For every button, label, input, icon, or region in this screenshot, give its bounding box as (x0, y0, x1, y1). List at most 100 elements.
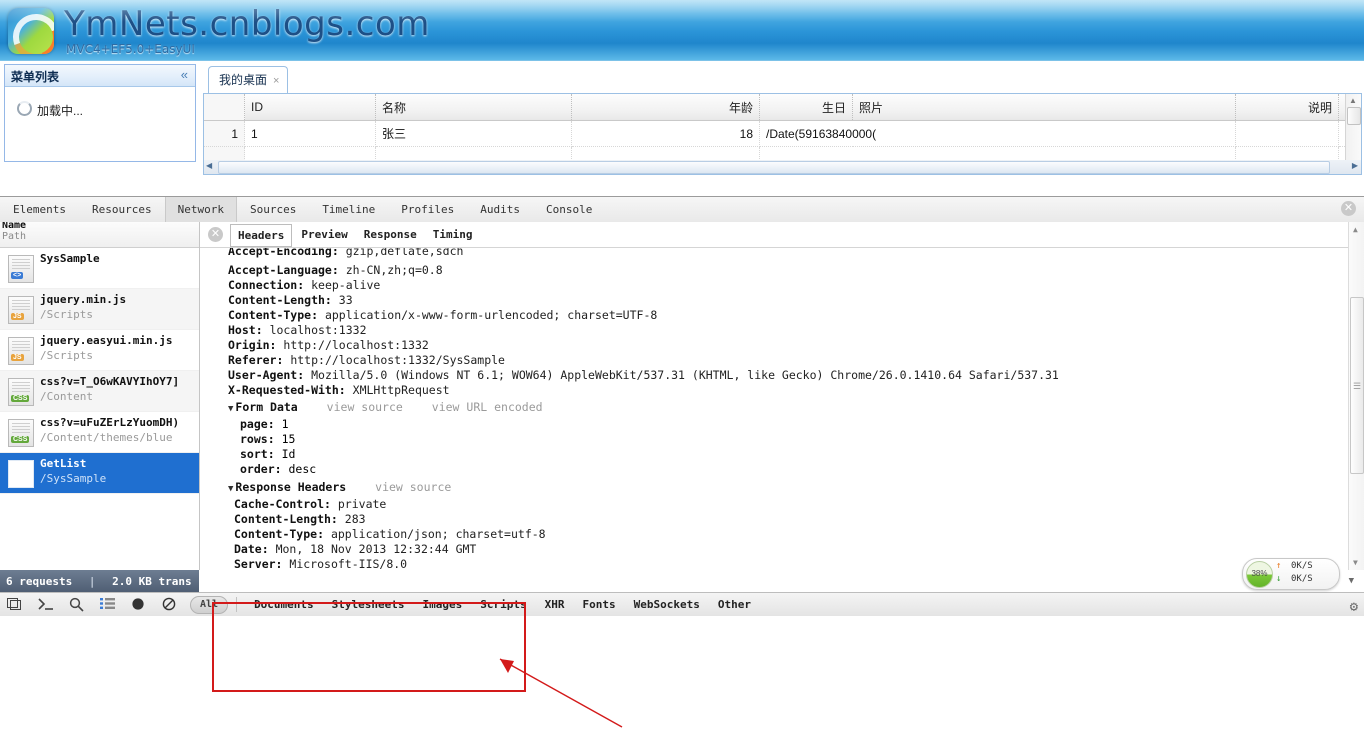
tab-network[interactable]: Network (164, 197, 237, 222)
tab-timeline[interactable]: Timeline (309, 197, 388, 222)
filter-documents[interactable]: Documents (245, 593, 323, 616)
filter-xhr[interactable]: XHR (536, 593, 574, 616)
filter-fonts[interactable]: Fonts (574, 593, 625, 616)
header-value: keep-alive (311, 278, 381, 292)
scrollbar-thumb[interactable] (1347, 107, 1361, 125)
header-value: http://localhost:1332/SysSample (290, 353, 505, 367)
search-icon[interactable] (62, 593, 93, 616)
grid-header-row: ID 名称 年龄 生日 照片 说明 创建时间 (204, 94, 1361, 121)
triangle-down-icon[interactable]: ▼ (228, 484, 233, 494)
response-headers-title[interactable]: ▼ Response Headers view source (228, 479, 1342, 497)
grid-col-name[interactable]: 名称 (375, 94, 572, 121)
section-label: Response Headers (235, 480, 347, 494)
status-separator: | (88, 575, 96, 588)
form-data-row: page: 1 (240, 417, 1342, 432)
form-value: 15 (281, 432, 296, 446)
menu-panel-body: 加载中... (5, 87, 195, 161)
tab-profiles[interactable]: Profiles (388, 197, 467, 222)
filter-websockets[interactable]: WebSockets (625, 593, 709, 616)
filter-all[interactable]: All (190, 596, 229, 614)
tab-resources[interactable]: Resources (79, 197, 165, 222)
close-icon[interactable]: × (273, 75, 279, 87)
gear-icon[interactable]: ⚙ (1350, 600, 1358, 614)
scroll-up-icon[interactable]: ▲ (1353, 225, 1358, 234)
subtab-preview[interactable]: Preview (294, 224, 354, 245)
column-header-name: Name (2, 222, 27, 231)
form-key: order: (240, 462, 282, 476)
header-row: Content-Type: application/json; charset=… (234, 527, 1342, 542)
grid-col-id[interactable]: ID (244, 94, 376, 121)
list-item[interactable]: JS jquery.easyui.min.js /Scripts (0, 330, 199, 371)
grid-col-remark[interactable]: 说明 (1235, 94, 1339, 121)
resource-name: SysSample (40, 252, 100, 265)
grid-horizontal-scrollbar[interactable]: ◀ ▶ (203, 160, 1362, 175)
annotation-arrow (499, 658, 623, 728)
header-key: Content-Type: (234, 527, 325, 541)
close-icon[interactable]: ✕ (208, 227, 223, 242)
close-icon[interactable]: ✕ (1341, 201, 1356, 216)
list-filter-icon[interactable] (93, 593, 124, 616)
arrow-up-icon: ↑ (1276, 561, 1282, 571)
table-row[interactable]: 1 1 张三 18 /Date(59163840000( /Date(13846… (204, 120, 1361, 147)
filter-scripts[interactable]: Scripts (471, 593, 535, 616)
resource-name: jquery.easyui.min.js (40, 334, 173, 347)
record-icon[interactable] (124, 593, 155, 616)
headers-vertical-scrollbar[interactable]: ▲ ☰ ▼ (1348, 222, 1364, 570)
triangle-down-icon[interactable]: ▼ (228, 404, 233, 414)
header-key: Date: (234, 542, 269, 556)
menu-panel: 菜单列表 « 加载中... (4, 64, 196, 162)
tab-sources[interactable]: Sources (237, 197, 309, 222)
header-key: X-Requested-With: (228, 383, 346, 397)
scroll-right-icon[interactable]: ▶ (1352, 161, 1358, 170)
grid-col-birthday[interactable]: 生日 (759, 94, 853, 121)
clear-icon[interactable] (155, 593, 186, 616)
tab-my-desktop[interactable]: 我的桌面 × (208, 66, 289, 93)
list-item[interactable]: <> SysSample (0, 248, 199, 289)
header-key: Content-Length: (228, 293, 332, 307)
list-item-getlist[interactable]: GetList /SysSample (0, 453, 199, 494)
view-url-encoded-link[interactable]: view URL encoded (432, 400, 543, 414)
subtab-response[interactable]: Response (357, 224, 424, 245)
grid-col-age[interactable]: 年龄 (571, 94, 760, 121)
header-value: Microsoft-IIS/8.0 (289, 557, 408, 570)
list-item[interactable]: CSS css?v=T_O6wKAVYIhOY7] /Content (0, 371, 199, 412)
chevron-down-icon[interactable]: ▼ (1349, 576, 1354, 586)
list-item[interactable]: CSS css?v=uFuZErLzYuomDH) /Content/theme… (0, 412, 199, 453)
scroll-up-icon[interactable]: ▲ (1349, 96, 1357, 105)
subtab-headers[interactable]: Headers (230, 224, 293, 247)
header-key: User-Agent: (228, 368, 305, 382)
cell-birthday: /Date(59163840000( (759, 120, 1236, 147)
tab-label: 我的桌面 (219, 73, 268, 87)
chevron-double-left-icon[interactable]: « (181, 67, 188, 83)
form-data-title[interactable]: ▼ Form Data view source view URL encoded (228, 399, 1342, 417)
grid-vertical-scrollbar[interactable]: ▲ ▼ (1345, 94, 1361, 169)
list-item[interactable]: JS jquery.min.js /Scripts (0, 289, 199, 330)
transferred-size: 2.0 KB trans (112, 575, 192, 588)
network-speed-widget[interactable]: 38% ↑ ↓ 0K/S 0K/S (1242, 558, 1340, 590)
scroll-left-icon[interactable]: ◀ (206, 161, 212, 170)
devtools-tabbar: Elements Resources Network Sources Timel… (0, 197, 1364, 223)
grid-col-rownum[interactable] (204, 94, 245, 121)
tab-elements[interactable]: Elements (0, 197, 79, 222)
workspace-tabs: 我的桌面 × (203, 64, 1362, 94)
column-header-path: Path (2, 231, 27, 242)
filter-other[interactable]: Other (709, 593, 760, 616)
scrollbar-thumb[interactable] (218, 161, 1330, 174)
scroll-down-icon[interactable]: ▼ (1353, 558, 1358, 567)
view-source-link[interactable]: view source (327, 400, 403, 414)
form-data-row: order: desc (240, 462, 1342, 477)
xhr-icon (8, 460, 34, 488)
menu-panel-title: 菜单列表 (11, 70, 60, 84)
dock-window-icon[interactable] (0, 593, 31, 616)
resource-list-header: Name Path (0, 222, 199, 248)
spinner-icon (17, 101, 32, 116)
tab-audits[interactable]: Audits (467, 197, 533, 222)
subtab-timing[interactable]: Timing (426, 224, 480, 245)
filter-images[interactable]: Images (414, 593, 472, 616)
view-source-link[interactable]: view source (375, 480, 451, 494)
cell-id: 1 (244, 120, 376, 147)
console-prompt-icon[interactable] (31, 593, 62, 616)
tab-console[interactable]: Console (533, 197, 605, 222)
grid-col-photo[interactable]: 照片 (852, 94, 1236, 121)
filter-stylesheets[interactable]: Stylesheets (323, 593, 414, 616)
